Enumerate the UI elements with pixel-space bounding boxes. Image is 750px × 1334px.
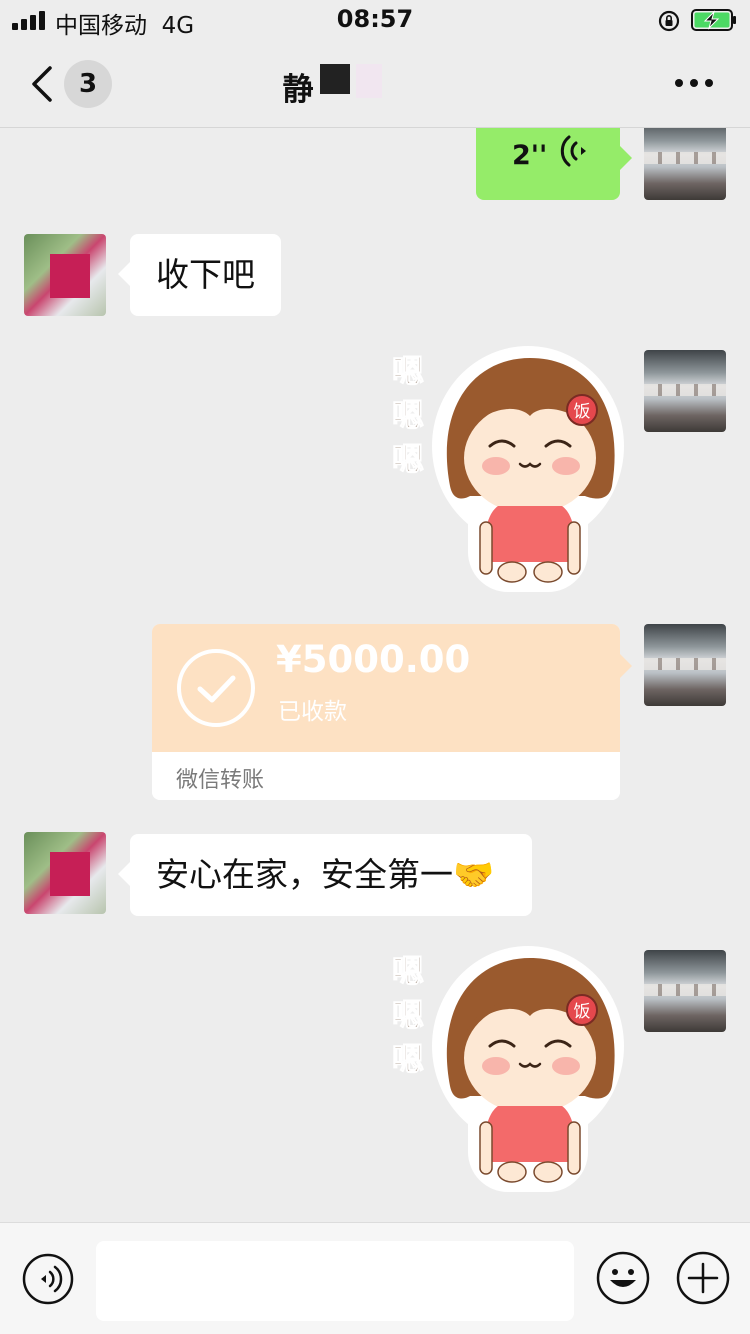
battery-charging-icon	[691, 9, 736, 31]
sticker-text: 嗯	[392, 352, 424, 390]
check-icon	[177, 649, 255, 727]
voice-message-bubble[interactable]: 2''	[476, 128, 632, 200]
message-text: 安心在家，安全第一🤝	[156, 855, 495, 894]
self-avatar[interactable]	[644, 128, 726, 200]
sticker-text: 嗯	[392, 440, 424, 478]
message-text: 收下吧	[156, 255, 255, 294]
emoji-icon[interactable]	[596, 1251, 650, 1305]
contact-avatar[interactable]	[24, 832, 106, 914]
transfer-label: 微信转账	[176, 768, 265, 793]
sticker-badge: 饭	[574, 402, 591, 422]
status-time: 08:57	[336, 5, 414, 33]
transfer-card-tail	[620, 654, 632, 678]
transfer-status: 已收款	[278, 699, 347, 725]
sticker-text: 嗯	[392, 396, 424, 434]
sticker-badge: 饭	[574, 1002, 591, 1022]
sticker-text: 嗯	[392, 1040, 424, 1078]
text-message-bubble[interactable]: 安心在家，安全第一🤝	[118, 834, 532, 916]
nav-bar: 3 静	[0, 40, 750, 128]
status-bar: 中国移动 4G 08:57	[0, 0, 750, 40]
more-icon[interactable]	[674, 78, 714, 88]
girl-sticker[interactable]: 饭 嗯 嗯 嗯	[380, 946, 630, 1192]
text-message-bubble[interactable]: 收下吧	[118, 234, 281, 316]
voice-input-icon[interactable]	[22, 1253, 74, 1305]
plus-icon[interactable]	[676, 1251, 730, 1305]
transfer-card[interactable]: ¥5000.00 已收款 微信转账	[152, 624, 620, 800]
title-redaction	[310, 62, 474, 104]
transfer-card-footer: 微信转账	[152, 752, 620, 800]
message-input[interactable]	[96, 1241, 574, 1321]
chat-area[interactable]: 2'' 收下吧 饭 嗯 嗯 嗯 ¥5000.00 已收款 微信转账 安心在家，安…	[0, 128, 750, 1222]
input-bar	[0, 1222, 750, 1334]
sticker-text: 嗯	[392, 952, 424, 990]
contact-avatar[interactable]	[24, 234, 106, 316]
sticker-text: 嗯	[392, 996, 424, 1034]
voice-duration: 2''	[512, 140, 548, 171]
self-avatar[interactable]	[644, 624, 726, 706]
voice-wave-icon	[560, 135, 586, 167]
transfer-amount: ¥5000.00	[276, 638, 471, 681]
self-avatar[interactable]	[644, 350, 726, 432]
rotation-lock-icon	[658, 10, 680, 32]
transfer-card-top: ¥5000.00 已收款	[152, 624, 620, 752]
self-avatar[interactable]	[644, 950, 726, 1032]
girl-sticker[interactable]: 饭 嗯 嗯 嗯	[380, 346, 630, 592]
